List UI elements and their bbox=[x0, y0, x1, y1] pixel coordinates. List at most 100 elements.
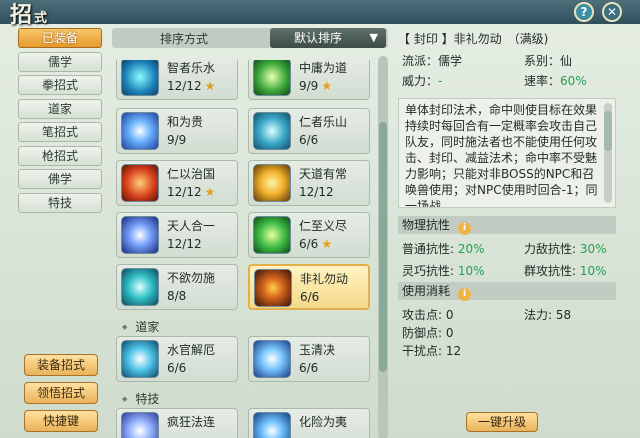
seal-skill-icon bbox=[254, 269, 292, 307]
one-click-upgrade-button[interactable]: 一键升级 bbox=[466, 412, 538, 432]
attack-cost: 攻击点: 0 bbox=[402, 306, 454, 323]
detail-title: 【 封印 】非礼勿动 （满级) bbox=[398, 32, 549, 46]
skill-name: 天人合一 bbox=[167, 219, 216, 233]
peril-skill-icon bbox=[253, 412, 291, 438]
school-label: 流派： bbox=[402, 54, 439, 68]
interfere-cost-value: 12 bbox=[445, 344, 462, 358]
strength-resist-label: 力敌抗性: bbox=[524, 242, 577, 256]
skill-card[interactable]: 中庸为道 9/9 ★ bbox=[248, 60, 370, 100]
nav-item-spear[interactable]: 枪招式 bbox=[18, 145, 102, 166]
skill-card[interactable]: 化险为夷 bbox=[248, 408, 370, 438]
govern-skill-icon bbox=[121, 164, 159, 202]
window-title: 招式 bbox=[10, 0, 49, 29]
left-actions: 装备招式 领悟招式 快捷键 bbox=[24, 354, 98, 438]
frenzy-skill-icon bbox=[121, 412, 159, 438]
skill-card[interactable]: 不欲勿施 8/8 bbox=[116, 264, 238, 310]
skill-card[interactable]: 天道有常 12/12 bbox=[248, 160, 370, 206]
info-icon[interactable]: i bbox=[458, 288, 472, 301]
description-scroll-thumb[interactable] bbox=[604, 111, 612, 151]
nav-item-buddhism[interactable]: 佛学 bbox=[18, 169, 102, 189]
agile-resist-label: 灵巧抗性: bbox=[402, 264, 455, 278]
skill-level-value: 6/6 bbox=[299, 237, 319, 251]
normal-resist-value: 20% bbox=[457, 242, 485, 256]
righteous-skill-icon bbox=[253, 216, 291, 254]
list-scroll-thumb[interactable] bbox=[379, 122, 387, 372]
skill-card[interactable]: 玉清决 6/6 bbox=[248, 336, 370, 382]
speed-label: 速率： bbox=[524, 74, 561, 88]
skill-level: 9/9 ★ bbox=[299, 79, 332, 93]
shortcut-button[interactable]: 快捷键 bbox=[24, 410, 98, 432]
skill-card-selected[interactable]: 非礼勿动 6/6 bbox=[248, 264, 370, 310]
skill-level: 9/9 bbox=[167, 133, 187, 147]
star-icon: ★ bbox=[321, 79, 333, 93]
power-row: 威力：- bbox=[402, 72, 442, 89]
mana-cost-value: 58 bbox=[555, 308, 572, 322]
restraint-skill-icon bbox=[121, 268, 159, 306]
skill-card[interactable]: 仁者乐山 6/6 bbox=[248, 108, 370, 154]
skill-name: 智者乐水 bbox=[167, 61, 216, 75]
skill-name: 和为贵 bbox=[167, 115, 204, 129]
harmony-skill-icon bbox=[121, 112, 159, 150]
skill-description: 单体封印法术，命中则使目标在效果持续时每回合有一定概率会攻击自己队友，同时施法者… bbox=[398, 98, 616, 208]
cost-header: 使用消耗 i bbox=[398, 282, 616, 301]
skill-level: 12/12 ★ bbox=[167, 185, 215, 199]
group-header-daojia: 道家 bbox=[122, 318, 159, 335]
normal-resist: 普通抗性: 20% bbox=[402, 240, 485, 257]
physical-resist-header: 物理抗性 i bbox=[398, 216, 616, 235]
nav-item-daojia[interactable]: 道家 bbox=[18, 98, 102, 119]
sort-selected: 默认排序 bbox=[294, 31, 343, 45]
attack-cost-value: 0 bbox=[445, 308, 454, 322]
water-skill-icon bbox=[121, 60, 159, 96]
skill-name: 玉清决 bbox=[299, 343, 336, 357]
nav-item-ruxue[interactable]: 儒学 bbox=[18, 51, 102, 72]
heaven-way-skill-icon bbox=[253, 164, 291, 202]
nav-item-brush[interactable]: 笔招式 bbox=[18, 122, 102, 142]
list-scrollbar[interactable] bbox=[378, 56, 388, 438]
group-header-teji: 特技 bbox=[122, 390, 159, 407]
description-scrollbar[interactable] bbox=[604, 103, 612, 203]
learn-skill-button[interactable]: 领悟招式 bbox=[24, 382, 98, 404]
interfere-cost-label: 干扰点: bbox=[402, 344, 443, 358]
power-label: 威力： bbox=[402, 74, 439, 88]
nav-item-equipped[interactable]: 已装备 bbox=[18, 28, 102, 48]
info-icon[interactable]: i bbox=[458, 222, 472, 235]
sort-dropdown[interactable]: 默认排序 ▼ bbox=[270, 28, 386, 48]
close-icon[interactable]: ✕ bbox=[602, 2, 622, 22]
skill-card[interactable]: 疯狂法连 bbox=[116, 408, 238, 438]
skill-card[interactable]: 仁至义尽 6/6 ★ bbox=[248, 212, 370, 258]
normal-resist-label: 普通抗性: bbox=[402, 242, 455, 256]
series-label: 系别： bbox=[524, 54, 561, 68]
skill-name: 仁至义尽 bbox=[299, 219, 348, 233]
interfere-cost: 干扰点: 12 bbox=[402, 342, 461, 359]
skill-card[interactable]: 水官解厄 6/6 bbox=[116, 336, 238, 382]
group-resist-value: 10% bbox=[579, 264, 607, 278]
skill-card[interactable]: 和为贵 9/9 bbox=[116, 108, 238, 154]
skill-card[interactable]: 天人合一 12/12 bbox=[116, 212, 238, 258]
skill-list-panel: 排序方式 默认排序 ▼ 智者乐水 12/12 ★ 中庸为道 9/9 ★ 和为贵 9/… bbox=[112, 26, 392, 438]
speed-value: 60% bbox=[560, 74, 587, 88]
skill-card[interactable]: 智者乐水 12/12 ★ bbox=[116, 60, 238, 100]
agile-resist-value: 10% bbox=[457, 264, 485, 278]
school-row: 流派：儒学 bbox=[402, 52, 462, 69]
skill-list: 智者乐水 12/12 ★ 中庸为道 9/9 ★ 和为贵 9/9 仁者乐山 6/6 仁… bbox=[116, 60, 378, 438]
skill-name: 化险为夷 bbox=[299, 415, 348, 429]
mana-cost-label: 法力: bbox=[524, 308, 553, 322]
nav-item-special[interactable]: 特技 bbox=[18, 192, 102, 213]
skill-name: 水官解厄 bbox=[167, 343, 216, 357]
skill-level: 6/6 bbox=[167, 361, 187, 375]
attack-cost-label: 攻击点: bbox=[402, 308, 443, 322]
star-icon: ★ bbox=[321, 237, 333, 251]
power-value: - bbox=[438, 74, 443, 88]
skill-level: 12/12 bbox=[167, 237, 202, 251]
chevron-down-icon: ▼ bbox=[369, 31, 378, 44]
skill-level-value: 9/9 bbox=[299, 79, 319, 93]
skill-level: 12/12 ★ bbox=[167, 79, 215, 93]
speed-row: 速率：60% bbox=[524, 72, 587, 89]
equip-skill-button[interactable]: 装备招式 bbox=[24, 354, 98, 376]
help-icon[interactable]: ? bbox=[574, 2, 594, 22]
skill-card[interactable]: 仁以治国 12/12 ★ bbox=[116, 160, 238, 206]
water-official-skill-icon bbox=[121, 340, 159, 378]
nav-item-fist[interactable]: 拳招式 bbox=[18, 75, 102, 95]
series-row: 系别：仙 bbox=[524, 52, 572, 69]
title-sub: 式 bbox=[34, 11, 50, 26]
